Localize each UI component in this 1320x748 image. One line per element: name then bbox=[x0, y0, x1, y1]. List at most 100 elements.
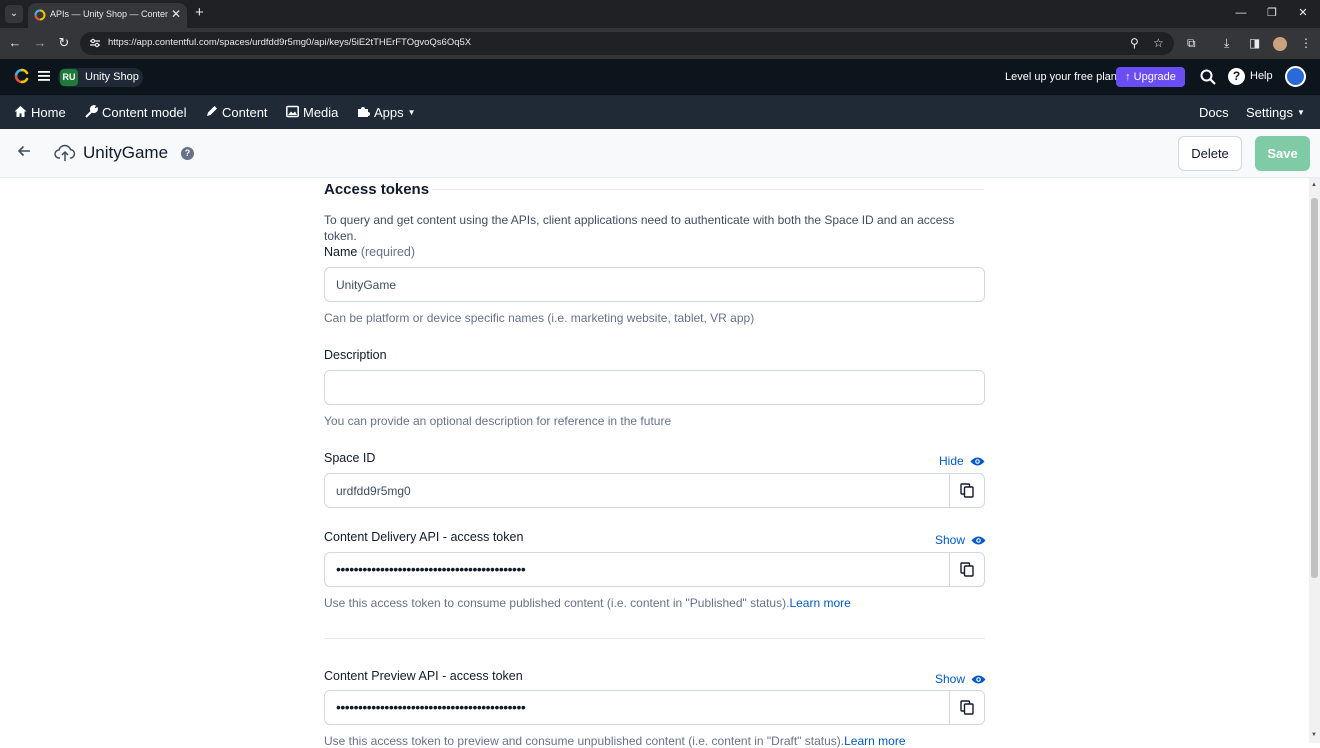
wrench-icon bbox=[85, 105, 98, 118]
nav-content[interactable]: Content bbox=[205, 105, 268, 121]
browser-back-icon[interactable]: ← bbox=[7, 35, 23, 51]
eye-icon bbox=[971, 675, 986, 684]
menu-hamburger-icon[interactable] bbox=[38, 70, 50, 82]
eye-icon bbox=[971, 536, 986, 545]
nav-home-label: Home bbox=[31, 105, 66, 120]
tab-close-icon[interactable]: ✕ bbox=[171, 7, 181, 21]
space-initials-badge: RU bbox=[60, 69, 78, 86]
intro-text: To query and get content using the APIs,… bbox=[324, 213, 955, 243]
cda-token-label: Content Delivery API - access token bbox=[324, 530, 524, 544]
upgrade-button[interactable]: ↑ Upgrade bbox=[1116, 67, 1185, 87]
eye-icon bbox=[970, 457, 985, 466]
help-label[interactable]: Help bbox=[1250, 70, 1273, 82]
cda-help-text: Use this access token to consume publish… bbox=[324, 596, 790, 610]
new-tab-icon[interactable]: + bbox=[195, 5, 204, 21]
description-label: Description bbox=[324, 348, 387, 362]
main-navigation: Home Content model Content Media Apps ▼ D… bbox=[0, 95, 1320, 129]
save-button[interactable]: Save bbox=[1255, 136, 1310, 171]
chevron-down-icon: ▼ bbox=[407, 108, 416, 117]
cda-learn-more-link[interactable]: Learn more bbox=[789, 596, 850, 610]
nav-settings-label: Settings bbox=[1246, 105, 1293, 120]
space-id-copy-button[interactable] bbox=[949, 474, 984, 507]
space-name: Unity Shop bbox=[85, 71, 139, 83]
browser-menu-icon[interactable]: ⋮ bbox=[1300, 36, 1312, 50]
nav-settings[interactable]: Settings ▼ bbox=[1246, 105, 1305, 121]
cpa-token-label: Content Preview API - access token bbox=[324, 669, 523, 683]
restore-icon[interactable]: ❐ bbox=[1262, 6, 1282, 20]
copy-icon bbox=[960, 562, 974, 577]
space-id-field[interactable]: urdfdd9r5mg0 bbox=[324, 473, 985, 508]
space-id-hide-toggle[interactable]: Hide bbox=[939, 454, 985, 468]
address-bar[interactable]: https://app.contentful.com/spaces/urdfdd… bbox=[80, 32, 1174, 55]
scrollbar-thumb[interactable] bbox=[1311, 198, 1318, 578]
browser-tabstrip: ⌄ APIs — Unity Shop — Contentful ✕ + — ❐… bbox=[0, 0, 1320, 28]
user-avatar[interactable] bbox=[1285, 66, 1306, 87]
description-help-text: You can provide an optional description … bbox=[324, 414, 672, 428]
back-arrow-icon[interactable] bbox=[16, 143, 32, 159]
space-id-label: Space ID bbox=[324, 451, 376, 465]
nav-home[interactable]: Home bbox=[14, 105, 66, 121]
contentful-favicon-icon bbox=[34, 9, 46, 21]
nav-apps[interactable]: Apps ▼ bbox=[357, 105, 416, 121]
cpa-token-show-toggle[interactable]: Show bbox=[935, 672, 986, 686]
cpa-token-masked-value: ••••••••••••••••••••••••••••••••••••••••… bbox=[336, 699, 526, 715]
site-settings-icon[interactable] bbox=[89, 37, 101, 49]
scroll-down-arrow-icon[interactable]: ▼ bbox=[1311, 732, 1317, 738]
cda-token-copy-button[interactable] bbox=[949, 553, 984, 586]
help-icon[interactable]: ? bbox=[1228, 68, 1245, 85]
nav-content-model[interactable]: Content model bbox=[85, 105, 187, 121]
page-scrollbar[interactable]: ▲ ▼ bbox=[1309, 178, 1320, 743]
delete-button[interactable]: Delete bbox=[1178, 136, 1242, 171]
browser-forward-icon[interactable]: → bbox=[32, 35, 48, 51]
help-question-icon[interactable]: ? bbox=[181, 147, 194, 160]
extensions-icon[interactable]: ⧉ bbox=[1187, 36, 1196, 50]
section-title: Access tokens bbox=[324, 181, 430, 198]
entity-header: UnityGame ? Delete Save bbox=[0, 129, 1320, 178]
tab-search-chevron-icon[interactable]: ⌄ bbox=[5, 5, 23, 23]
browser-toolbar: ← → ↻ https://app.contentful.com/spaces/… bbox=[0, 28, 1320, 59]
puzzle-icon bbox=[358, 107, 370, 117]
cpa-toggle-label: Show bbox=[935, 672, 966, 686]
bookmark-star-icon[interactable]: ☆ bbox=[1153, 36, 1164, 50]
app-header: RU Unity Shop Level up your free plan ↑ … bbox=[0, 59, 1320, 95]
copy-icon bbox=[960, 483, 974, 498]
cpa-help-text: Use this access token to preview and con… bbox=[324, 734, 845, 748]
nav-media[interactable]: Media bbox=[286, 105, 338, 121]
space-switcher[interactable]: RU Unity Shop bbox=[58, 68, 143, 87]
tab-title: APIs — Unity Shop — Contentful bbox=[50, 9, 168, 19]
nav-content-model-label: Content model bbox=[102, 105, 187, 120]
cpa-learn-more-link[interactable]: Learn more bbox=[844, 734, 905, 748]
cda-toggle-label: Show bbox=[935, 533, 966, 547]
scroll-up-arrow-icon[interactable]: ▲ bbox=[1311, 182, 1317, 188]
search-icon[interactable] bbox=[1200, 69, 1216, 85]
space-id-value: urdfdd9r5mg0 bbox=[336, 484, 411, 498]
nav-content-label: Content bbox=[222, 105, 268, 120]
minimize-icon[interactable]: — bbox=[1231, 6, 1251, 20]
side-panel-icon[interactable]: ◨ bbox=[1249, 36, 1260, 50]
browser-tab-active[interactable]: APIs — Unity Shop — Contentful ✕ bbox=[28, 3, 187, 28]
chevron-down-icon: ▼ bbox=[1296, 108, 1305, 117]
url-text: https://app.contentful.com/spaces/urdfdd… bbox=[108, 37, 472, 48]
browser-profile-avatar[interactable] bbox=[1273, 37, 1287, 51]
cda-token-help: Use this access token to consume publish… bbox=[324, 596, 851, 610]
contentful-logo-icon[interactable] bbox=[14, 68, 30, 84]
name-field[interactable]: UnityGame bbox=[324, 267, 985, 302]
name-help-text: Can be platform or device specific names… bbox=[324, 311, 755, 325]
cda-token-field[interactable]: ••••••••••••••••••••••••••••••••••••••••… bbox=[324, 552, 985, 587]
level-up-text: Level up your free plan bbox=[1005, 71, 1117, 83]
page-title: UnityGame bbox=[83, 143, 169, 162]
description-field[interactable] bbox=[324, 370, 985, 405]
image-icon bbox=[286, 105, 299, 118]
nav-docs[interactable]: Docs bbox=[1199, 105, 1229, 121]
token-divider bbox=[324, 638, 985, 639]
zoom-icon[interactable]: ⚲ bbox=[1130, 36, 1139, 50]
cda-token-show-toggle[interactable]: Show bbox=[935, 533, 986, 547]
downloads-icon[interactable]: ⤓ bbox=[1224, 36, 1229, 50]
name-label-text: Name bbox=[324, 245, 358, 259]
browser-reload-icon[interactable]: ↻ bbox=[56, 35, 72, 51]
window-close-icon[interactable]: ✕ bbox=[1293, 6, 1313, 20]
copy-icon bbox=[960, 700, 974, 715]
cpa-token-field[interactable]: ••••••••••••••••••••••••••••••••••••••••… bbox=[324, 690, 985, 725]
cpa-token-copy-button[interactable] bbox=[949, 691, 984, 724]
name-field-value: UnityGame bbox=[336, 278, 397, 292]
